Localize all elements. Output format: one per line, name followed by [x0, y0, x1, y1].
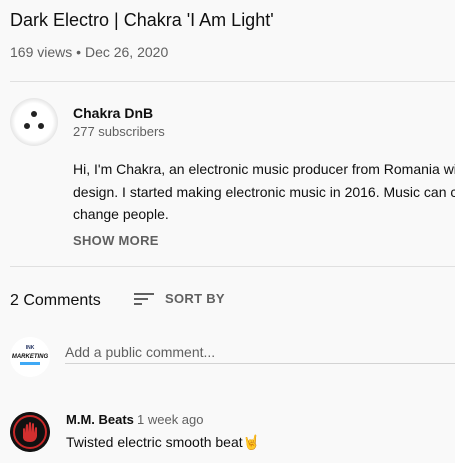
- comments-count: 2 Comments: [10, 292, 101, 309]
- description-line: Hi, I'm Chakra, an electronic music prod…: [73, 161, 455, 177]
- user-avatar: INK MARKETING: [10, 337, 50, 377]
- view-count: 169 views: [10, 44, 73, 60]
- comment-author[interactable]: M.M. Beats: [66, 412, 134, 427]
- channel-name[interactable]: Chakra DnB: [73, 105, 153, 121]
- comment-timestamp[interactable]: 1 week ago: [137, 412, 204, 427]
- video-title: Dark Electro | Chakra 'I Am Light': [10, 10, 274, 30]
- sort-by-label: SORT BY: [165, 291, 225, 306]
- show-more-button[interactable]: SHOW MORE: [73, 233, 159, 248]
- divider: [10, 266, 455, 267]
- subscriber-count: 277 subscribers: [73, 124, 165, 139]
- commenter-avatar[interactable]: [10, 412, 50, 452]
- logo-text: INK: [26, 345, 35, 351]
- add-comment-input[interactable]: [65, 341, 455, 364]
- description-line: design. I started making electronic musi…: [73, 184, 455, 200]
- comment-text: Twisted electric smooth beat🤘: [66, 434, 261, 450]
- channel-avatar[interactable]: [10, 98, 58, 146]
- divider: [10, 81, 455, 82]
- logo-text: MARKETING: [12, 354, 49, 360]
- video-meta: 169 views • Dec 26, 2020: [10, 44, 168, 60]
- upload-date: Dec 26, 2020: [84, 44, 169, 60]
- description-line: change people.: [73, 206, 169, 222]
- sort-by-button[interactable]: SORT BY: [134, 291, 225, 306]
- meta-separator: •: [76, 44, 82, 60]
- sort-icon: [134, 292, 154, 306]
